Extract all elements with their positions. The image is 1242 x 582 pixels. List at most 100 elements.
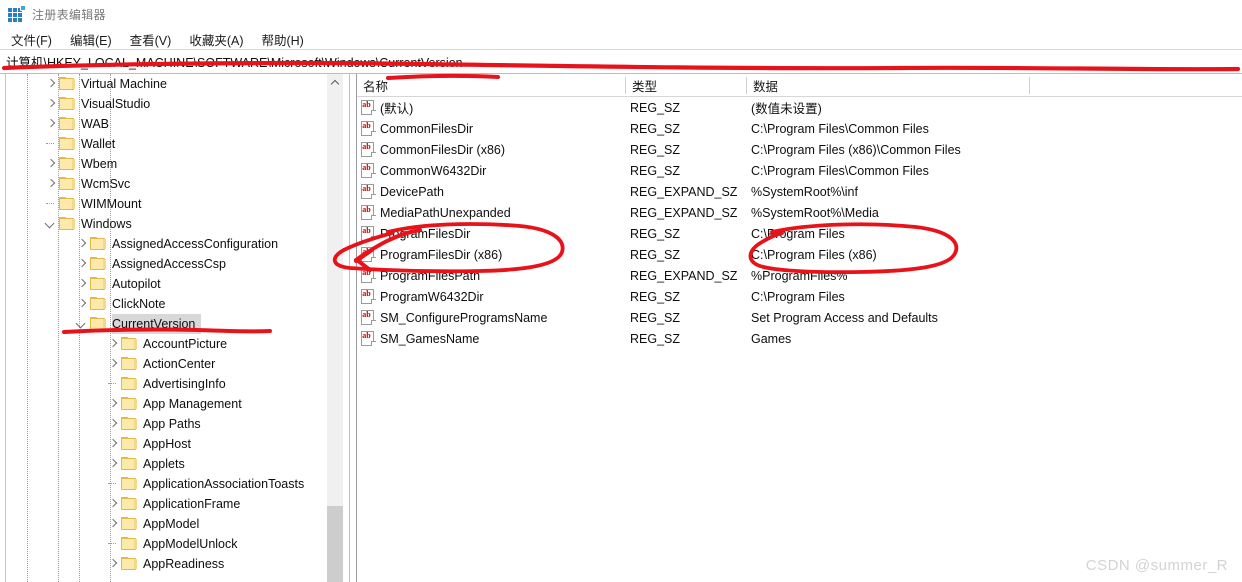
tree-node-label: App Management [143,397,242,411]
table-row[interactable]: ab CommonFilesDir (x86) REG_SZ C:\Program F… [357,139,1242,160]
chevron-right-icon[interactable] [74,234,90,254]
value-data-cell: Games [751,331,792,346]
tree-node-label-wrap: AppModelUnlock [143,534,244,554]
chevron-right-icon[interactable] [105,494,121,514]
tree-node-assignedaccesscsp[interactable]: AssignedAccessCsp [0,254,357,274]
chevron-right-icon[interactable] [105,414,121,434]
tree-node-label-wrap: WAB [81,114,115,134]
chevron-right-icon[interactable] [105,454,121,474]
chevron-right-icon[interactable] [105,334,121,354]
tree-node-wbem[interactable]: Wbem [0,154,357,174]
registry-tree-pane[interactable]: Virtual Machine VisualStudio WAB Wallet Wbem… [0,74,357,582]
tree-node-wimmount[interactable]: WIMMount [0,194,357,214]
chevron-right-icon[interactable] [43,114,59,134]
registry-tree-list: Virtual Machine VisualStudio WAB Wallet Wbem… [0,74,357,574]
chevron-right-icon[interactable] [74,274,90,294]
tree-node-applicationframe[interactable]: ApplicationFrame [0,494,357,514]
tree-node-label-wrap: CurrentVersion [112,314,202,334]
value-type-cell: REG_SZ [630,289,681,304]
tree-node-wab[interactable]: WAB [0,114,357,134]
registry-values-pane[interactable]: 名称 类型 数据 ab (默认) REG_SZ (数值未设置) ab CommonFile… [357,74,1242,582]
value-data-cell: %ProgramFiles% [751,268,848,283]
scroll-up-arrow-icon[interactable] [327,74,343,91]
tree-node-clicknote[interactable]: ClickNote [0,294,357,314]
tree-node-appmodelunlock[interactable]: AppModelUnlock [0,534,357,554]
menu-view[interactable]: 查看(V) [121,28,181,51]
chevron-right-icon[interactable] [105,354,121,374]
tree-node-label: AssignedAccessConfiguration [112,237,279,251]
tree-node-virtual-machine[interactable]: Virtual Machine [0,74,357,94]
tree-node-applets[interactable]: Applets [0,454,357,474]
tree-node-wcmsvc[interactable]: WcmSvc [0,174,357,194]
table-row[interactable]: ab ProgramW6432Dir REG_SZ C:\Program Files [357,286,1242,307]
tree-node-assignedaccessconfiguration[interactable]: AssignedAccessConfiguration [0,234,357,254]
chevron-right-icon[interactable] [105,554,121,574]
chevron-down-icon[interactable] [43,214,59,234]
menu-file[interactable]: 文件(F) [2,28,61,51]
menu-edit[interactable]: 编辑(E) [61,28,121,51]
tree-node-autopilot[interactable]: Autopilot [0,274,357,294]
tree-node-applicationassociationtoasts[interactable]: ApplicationAssociationToasts [0,474,357,494]
folder-icon [121,537,138,551]
column-header-data[interactable]: 数据 [747,74,1029,96]
table-row[interactable]: ab DevicePath REG_EXPAND_SZ %SystemRoot%\in… [357,181,1242,202]
value-data-cell: C:\Program Files (x86) [751,247,877,262]
folder-icon [121,477,138,491]
header-divider-3[interactable] [1029,77,1030,94]
table-row[interactable]: ab MediaPathUnexpanded REG_EXPAND_SZ %Syste… [357,202,1242,223]
folder-icon [59,117,76,131]
menu-help[interactable]: 帮助(H) [252,28,312,51]
chevron-right-icon[interactable] [105,514,121,534]
tree-node-label-wrap: AppHost [143,434,197,454]
column-header-name[interactable]: 名称 [357,74,625,96]
tree-node-label-wrap: WcmSvc [81,174,136,194]
tree-node-app-paths[interactable]: App Paths [0,414,357,434]
table-row[interactable]: ab CommonFilesDir REG_SZ C:\Program Files\C… [357,118,1242,139]
table-row[interactable]: ab ProgramFilesDir (x86) REG_SZ C:\Program … [357,244,1242,265]
tree-node-visualstudio[interactable]: VisualStudio [0,94,357,114]
address-bar[interactable]: 计算机\HKEY_LOCAL_MACHINE\SOFTWARE\Microsof… [0,50,1242,73]
menu-favorites[interactable]: 收藏夹(A) [180,28,252,51]
tree-node-wallet[interactable]: Wallet [0,134,357,154]
tree-node-app-management[interactable]: App Management [0,394,357,414]
tree-scrollbar[interactable] [327,74,343,582]
value-data-cell: (数值未设置) [751,102,822,116]
tree-node-advertisinginfo[interactable]: AdvertisingInfo [0,374,357,394]
tree-node-appmodel[interactable]: AppModel [0,514,357,534]
table-row[interactable]: ab CommonW6432Dir REG_SZ C:\Program Files\C… [357,160,1242,181]
chevron-right-icon[interactable] [43,174,59,194]
chevron-right-icon[interactable] [43,154,59,174]
chevron-right-icon[interactable] [105,434,121,454]
tree-leaf-connector-icon [105,474,121,494]
tree-node-label-wrap: AdvertisingInfo [143,374,232,394]
tree-node-label-wrap: Autopilot [112,274,167,294]
value-type-cell: REG_SZ [630,331,681,346]
value-type-cell: REG_SZ [630,121,681,136]
table-row[interactable]: ab ProgramFilesPath REG_EXPAND_SZ %ProgramF… [357,265,1242,286]
chevron-right-icon[interactable] [74,254,90,274]
table-row[interactable]: ab SM_GamesName REG_SZ Games [357,328,1242,349]
tree-node-accountpicture[interactable]: AccountPicture [0,334,357,354]
tree-scrollbar-thumb[interactable] [327,506,343,582]
value-data-cell: C:\Program Files [751,289,845,304]
chevron-right-icon[interactable] [43,74,59,94]
tree-node-label: Autopilot [112,277,161,291]
tree-node-label: App Paths [143,417,201,431]
tree-node-actioncenter[interactable]: ActionCenter [0,354,357,374]
table-row[interactable]: ab ProgramFilesDir REG_SZ C:\Program Files [357,223,1242,244]
value-type-cell: REG_SZ [630,100,681,115]
chevron-down-icon[interactable] [74,314,90,334]
folder-icon [121,457,138,471]
tree-node-appreadiness[interactable]: AppReadiness [0,554,357,574]
table-row[interactable]: ab SM_ConfigureProgramsName REG_SZ Set Prog… [357,307,1242,328]
tree-node-currentversion[interactable]: CurrentVersion [0,314,357,334]
tree-node-label: ActionCenter [143,357,216,371]
chevron-right-icon[interactable] [105,394,121,414]
tree-node-apphost[interactable]: AppHost [0,434,357,454]
column-header-type[interactable]: 类型 [626,74,746,96]
tree-node-windows[interactable]: Windows [0,214,357,234]
chevron-right-icon[interactable] [74,294,90,314]
registry-editor-window: 注册表编辑器 文件(F) 编辑(E) 查看(V) 收藏夹(A) 帮助(H) 计算… [0,0,1242,582]
table-row[interactable]: ab (默认) REG_SZ (数值未设置) [357,97,1242,118]
chevron-right-icon[interactable] [43,94,59,114]
